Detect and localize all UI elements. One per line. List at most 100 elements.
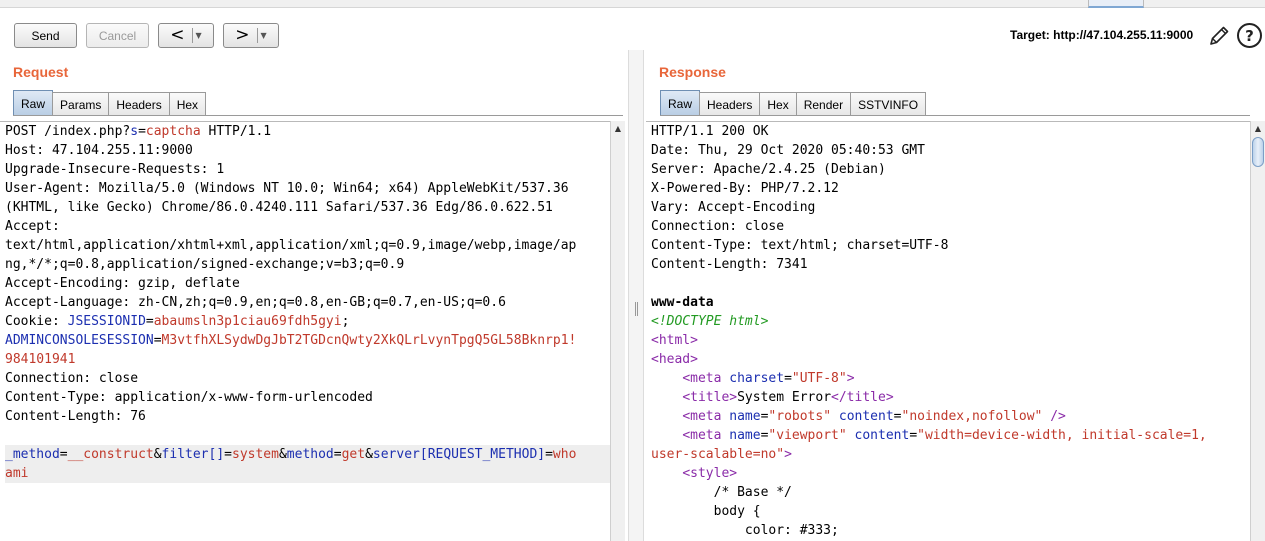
code-line: <meta charset="UTF-8">	[651, 369, 1250, 388]
top-tab-indicator[interactable]	[1088, 0, 1144, 8]
code-line: Server: Apache/2.4.25 (Debian)	[651, 160, 1250, 179]
code-token: captcha	[145, 124, 201, 139]
code-line: Accept-Language: zh-CN,zh;q=0.9,en;q=0.8…	[5, 293, 610, 312]
chevron-down-icon[interactable]: ▼	[196, 31, 202, 40]
scroll-up-icon[interactable]: ▲	[1251, 121, 1265, 135]
send-button[interactable]: Send	[14, 23, 77, 48]
code-token: Content-Length: 76	[5, 409, 146, 424]
code-token: Content-Type: application/x-www-form-url…	[5, 390, 373, 405]
code-token: Vary: Accept-Encoding	[651, 200, 816, 215]
response-tab-render[interactable]: Render	[795, 92, 852, 116]
request-raw-text[interactable]: POST /index.php?s=captcha HTTP/1.1 Host: …	[5, 122, 610, 483]
code-token: =	[893, 409, 902, 424]
code-token: <html>	[651, 333, 698, 348]
code-token: who	[552, 447, 577, 462]
code-token: =	[145, 314, 154, 329]
code-token: Content-Length: 7341	[651, 257, 808, 272]
response-editor[interactable]: HTTP/1.1 200 OK Date: Thu, 29 Oct 2020 05…	[646, 121, 1250, 541]
code-token: server[REQUEST_METHOD]	[372, 447, 546, 462]
code-line: Content-Length: 7341	[651, 255, 1250, 274]
code-line: Cookie: JSESSIONID=abaumsln3p1ciau69fdh5…	[5, 312, 610, 331]
code-token: =	[784, 371, 792, 386]
code-token: (KHTML, like Gecko) Chrome/86.0.4240.111…	[5, 200, 553, 215]
code-line: <head>	[651, 350, 1250, 369]
scroll-thumb[interactable]	[1252, 137, 1264, 167]
response-tab-raw[interactable]: Raw	[660, 90, 701, 116]
code-token: "noindex,nofollow"	[901, 409, 1043, 424]
response-tab-sstvinfo[interactable]: SSTVINFO	[850, 92, 927, 116]
scroll-up-icon[interactable]: ▲	[611, 121, 625, 135]
pencil-icon[interactable]	[1207, 24, 1231, 48]
response-tab-headers[interactable]: Headers	[699, 92, 761, 116]
code-token: 984101941	[5, 352, 76, 367]
response-scrollbar[interactable]: ▲	[1250, 121, 1265, 541]
request-editor[interactable]: POST /index.php?s=captcha HTTP/1.1 Host: …	[0, 121, 610, 541]
code-line: (KHTML, like Gecko) Chrome/86.0.4240.111…	[5, 198, 610, 217]
code-token: System Error	[737, 390, 832, 405]
code-line: ng,*/*;q=0.8,application/signed-exchange…	[5, 255, 610, 274]
code-line: <!DOCTYPE html>	[651, 312, 1250, 331]
code-line: POST /index.php?s=captcha HTTP/1.1	[5, 122, 610, 141]
code-line: <html>	[651, 331, 1250, 350]
code-token: M3vtfhXLSydwDgJbT2TGDcnQwty2XkQLrLvynTpg…	[161, 333, 577, 348]
code-line: 984101941	[5, 350, 610, 369]
response-tab-hex[interactable]: Hex	[759, 92, 797, 116]
code-token: <title>	[682, 390, 738, 405]
help-glyph: ?	[1245, 26, 1254, 45]
code-token: abaumsln3p1ciau69fdh5gyi	[153, 314, 342, 329]
forward-button[interactable]: > ▼	[223, 23, 279, 48]
code-token: charset	[729, 371, 785, 386]
target-label: Target: http://47.104.255.11:9000	[1010, 28, 1194, 42]
code-token: get	[341, 447, 366, 462]
code-token: body {	[651, 504, 761, 519]
code-token: =	[224, 447, 232, 462]
request-tab-headers[interactable]: Headers	[108, 92, 170, 116]
code-line: ADMINCONSOLESESSION=M3vtfhXLSydwDgJbT2TG…	[5, 331, 610, 350]
splitter-grip-icon[interactable]	[635, 302, 638, 316]
code-token: </title>	[831, 390, 894, 405]
back-button[interactable]: < ▼	[158, 23, 214, 48]
response-tabs: Raw Headers Hex Render SSTVINFO	[660, 90, 927, 116]
code-token: <meta	[682, 371, 730, 386]
code-line: <meta name="viewport" content="width=dev…	[651, 426, 1250, 445]
cancel-button[interactable]: Cancel	[86, 23, 149, 48]
code-line: <style>	[651, 464, 1250, 483]
request-tab-params[interactable]: Params	[52, 92, 110, 116]
code-token: www-data	[651, 295, 714, 310]
code-token: Cookie:	[5, 314, 68, 329]
code-token: color: #333;	[651, 523, 839, 538]
code-line: body {	[651, 502, 1250, 521]
code-token: &	[278, 447, 287, 462]
response-raw-text[interactable]: HTTP/1.1 200 OK Date: Thu, 29 Oct 2020 05…	[651, 122, 1250, 541]
request-tab-raw[interactable]: Raw	[13, 90, 54, 116]
code-token: /* Base */	[651, 485, 792, 500]
code-token: <!DOCTYPE html>	[651, 314, 769, 329]
request-tab-hex[interactable]: Hex	[168, 92, 207, 116]
chevron-down-icon[interactable]: ▼	[261, 31, 267, 40]
code-token: "viewport"	[768, 428, 847, 443]
code-line: HTTP/1.1 200 OK	[651, 122, 1250, 141]
code-token: <head>	[651, 352, 698, 367]
code-line: Content-Length: 76	[5, 407, 610, 426]
code-token: <style>	[682, 466, 738, 481]
code-line: Vary: Accept-Encoding	[651, 198, 1250, 217]
help-icon[interactable]: ?	[1237, 23, 1262, 48]
request-scrollbar[interactable]: ▲	[610, 121, 625, 541]
chevron-right-icon: >	[235, 25, 250, 45]
panel-splitter[interactable]	[628, 50, 644, 541]
code-token: =	[909, 428, 918, 443]
code-token: HTTP/1.1 200 OK	[651, 124, 769, 139]
code-token: =	[153, 333, 162, 348]
code-line: text/html,application/xhtml+xml,applicat…	[5, 236, 610, 255]
code-token: ADMINCONSOLESESSION	[5, 333, 154, 348]
code-line: Content-Type: application/x-www-form-url…	[5, 388, 610, 407]
code-token: User-Agent: Mozilla/5.0 (Windows NT 10.0…	[5, 181, 569, 196]
button-divider	[191, 28, 193, 43]
code-line: ami	[5, 464, 610, 483]
code-token: method	[286, 447, 334, 462]
code-line: Content-Type: text/html; charset=UTF-8	[651, 236, 1250, 255]
